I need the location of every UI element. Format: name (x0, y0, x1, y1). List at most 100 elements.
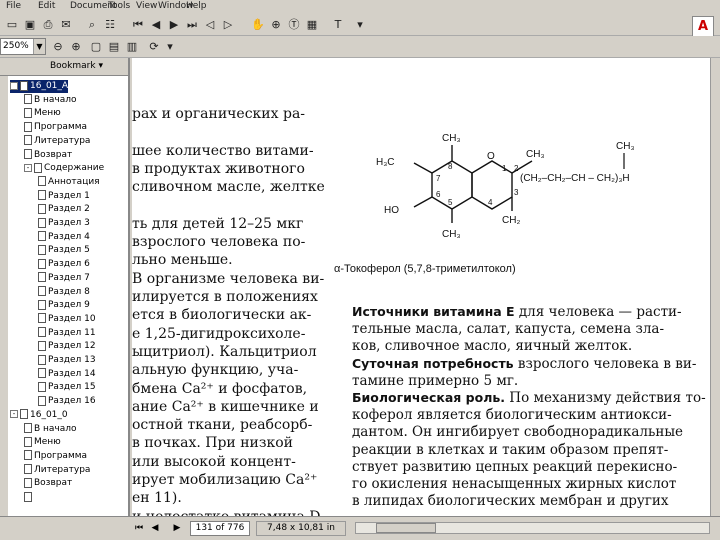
back-icon[interactable]: ◁ (202, 17, 218, 33)
bookmark-page-icon (24, 477, 32, 488)
bookmark-item[interactable]: Раздел 14 (38, 368, 96, 381)
bookmark-item[interactable]: Раздел 16 (38, 395, 96, 408)
scroll-thumb[interactable] (376, 523, 436, 533)
bookmark-item[interactable]: Литература (24, 464, 90, 477)
bookmark-item[interactable]: - 16_01_A (10, 80, 69, 93)
bookmark-item[interactable]: Раздел 5 (38, 244, 90, 257)
bookmark-item[interactable] (24, 491, 34, 504)
bookmark-item[interactable]: В начало (24, 423, 77, 436)
email-icon[interactable]: ✉ (58, 17, 74, 33)
bookmark-item[interactable]: Аннотация (38, 176, 100, 189)
last-page-icon[interactable]: ⏭ (184, 17, 200, 33)
collapse-icon[interactable]: - (10, 410, 18, 419)
page-number-field[interactable]: 131 of 776 (190, 521, 250, 536)
find-icon[interactable]: ⌕ (84, 17, 100, 33)
left-text-line: ание Ca²⁺ в кишечнике и (132, 398, 319, 415)
menu-item-tools[interactable]: Tools (108, 1, 130, 11)
text-run: коферол является биологическим антиокси- (352, 407, 672, 424)
save-icon[interactable]: ▣ (22, 17, 38, 33)
select-text-icon[interactable]: Ⓣ (286, 17, 302, 33)
bookmark-item[interactable]: Программа (24, 450, 87, 463)
next-page-status-icon[interactable]: ▶ (170, 521, 184, 535)
menu-item-edit[interactable]: Edit (38, 1, 55, 11)
bookmark-page-icon (20, 80, 28, 91)
menu-item-help[interactable]: Help (186, 1, 207, 11)
chevron-down-icon[interactable]: ▼ (33, 39, 45, 54)
menu-item-view[interactable]: View (136, 1, 157, 11)
search-icon[interactable]: ☷ (102, 17, 118, 33)
chem-num-5: 5 (448, 198, 453, 207)
text-run: тамине примерно 5 мг. (352, 372, 519, 389)
bookmark-item[interactable]: Раздел 9 (38, 299, 90, 312)
bookmark-label: Раздел 15 (48, 382, 96, 393)
left-text-line: ть для детей 12–25 мкг (132, 215, 304, 232)
bookmark-item[interactable]: Раздел 1 (38, 190, 90, 203)
hand-tool-icon[interactable]: ✋ (250, 17, 266, 33)
zoom-in-small-icon[interactable]: ⊕ (68, 39, 84, 55)
bookmark-item[interactable]: Литература (24, 135, 90, 148)
bookmark-label: Содержание (44, 163, 105, 174)
actual-size-icon[interactable]: ▢ (88, 39, 104, 55)
rotate-icon[interactable]: ⟳ (146, 39, 162, 55)
main-toolbar: ▭ ▣ ⎙ ✉ ⌕ ☷ ⏮ ◀ ▶ ⏭ ◁ ▷ ✋ ⊕ Ⓣ ▦ T ▾ (0, 14, 720, 36)
text-run: дантом. Он ингибирует свободнорадикальны… (352, 424, 684, 441)
bookmark-item[interactable]: Программа (24, 121, 87, 134)
collapse-icon[interactable]: - (10, 81, 18, 90)
bookmark-item[interactable]: Возврат (24, 477, 72, 490)
zoom-out-icon[interactable]: ⊖ (50, 39, 66, 55)
menu-item-file[interactable]: File (6, 1, 21, 11)
right-text-line: Источники витамина Е для человека — раст… (352, 304, 682, 320)
nav-tab-strip[interactable] (0, 76, 8, 516)
first-page-icon[interactable]: ⏮ (130, 17, 146, 33)
print-icon[interactable]: ⎙ (40, 17, 56, 33)
bookmark-item[interactable]: Раздел 15 (38, 381, 96, 394)
bookmark-item[interactable]: Раздел 3 (38, 217, 90, 230)
bookmark-item[interactable]: В начало (24, 94, 77, 107)
text-run: взрослого человека в ви- (513, 355, 697, 372)
adobe-logo-icon: A (692, 16, 714, 38)
first-page-status-icon[interactable]: ⏮ (132, 521, 146, 535)
fit-width-icon[interactable]: ▥ (124, 39, 140, 55)
bookmark-menu-button[interactable]: Bookmark ▾ (50, 61, 103, 71)
bookmark-item[interactable]: Раздел 7 (38, 272, 90, 285)
bookmark-label: 16_01_0 (30, 409, 68, 420)
right-text-line: коферол является биологическим антиокси- (352, 407, 672, 423)
bookmark-item[interactable]: Меню (24, 436, 61, 449)
bookmark-item[interactable]: Раздел 13 (38, 354, 96, 367)
open-icon[interactable]: ▭ (4, 17, 20, 33)
bookmark-item[interactable]: Меню (24, 107, 61, 120)
bookmark-item[interactable]: Раздел 12 (38, 340, 96, 353)
bookmark-page-icon (38, 354, 46, 365)
text-run: в липидах биологических мембран и других (352, 493, 669, 510)
bookmark-item[interactable]: Раздел 11 (38, 327, 96, 340)
chem-caption: α-Токоферол (5,7,8-триметилтокол) (334, 263, 516, 275)
snapshot-icon[interactable]: ▦ (304, 17, 320, 33)
bookmark-page-icon (38, 231, 46, 242)
fit-page-icon[interactable]: ▤ (106, 39, 122, 55)
next-page-icon[interactable]: ▶ (166, 17, 182, 33)
collapse-icon[interactable]: - (24, 163, 32, 172)
bookmark-item[interactable]: Раздел 10 (38, 313, 96, 326)
zoom-in-icon[interactable]: ⊕ (268, 17, 284, 33)
bookmark-item[interactable]: Раздел 4 (38, 231, 90, 244)
bookmark-item[interactable]: Возврат (24, 149, 72, 162)
dropdown-small-icon[interactable]: ▾ (162, 39, 178, 55)
left-text-line: бмена Ca²⁺ и фосфатов, (132, 380, 308, 397)
dropdown-icon[interactable]: ▾ (352, 17, 368, 33)
bookmark-item[interactable]: - Содержание (24, 162, 104, 175)
bookmark-item[interactable]: Раздел 8 (38, 286, 90, 299)
prev-page-status-icon[interactable]: ◀ (148, 521, 162, 535)
bookmark-item[interactable]: Раздел 2 (38, 203, 90, 216)
text-select-icon[interactable]: T (330, 17, 346, 33)
horizontal-scrollbar[interactable] (355, 522, 710, 534)
zoom-select[interactable]: 250% ▼ (0, 38, 46, 55)
bookmark-item[interactable]: Раздел 6 (38, 258, 90, 271)
forward-icon[interactable]: ▷ (220, 17, 236, 33)
vertical-scrollbar[interactable] (710, 58, 720, 516)
prev-page-icon[interactable]: ◀ (148, 17, 164, 33)
bookmark-item[interactable]: - 16_01_0 (10, 409, 68, 422)
chem-chain: (CH₂–CH₂–CH – CH₂)₃H (520, 173, 630, 184)
text-run: реакции в клетках и таким образом препят… (352, 441, 669, 458)
bookmark-page-icon (38, 272, 46, 283)
bold-term: Биологическая роль. (352, 390, 506, 405)
